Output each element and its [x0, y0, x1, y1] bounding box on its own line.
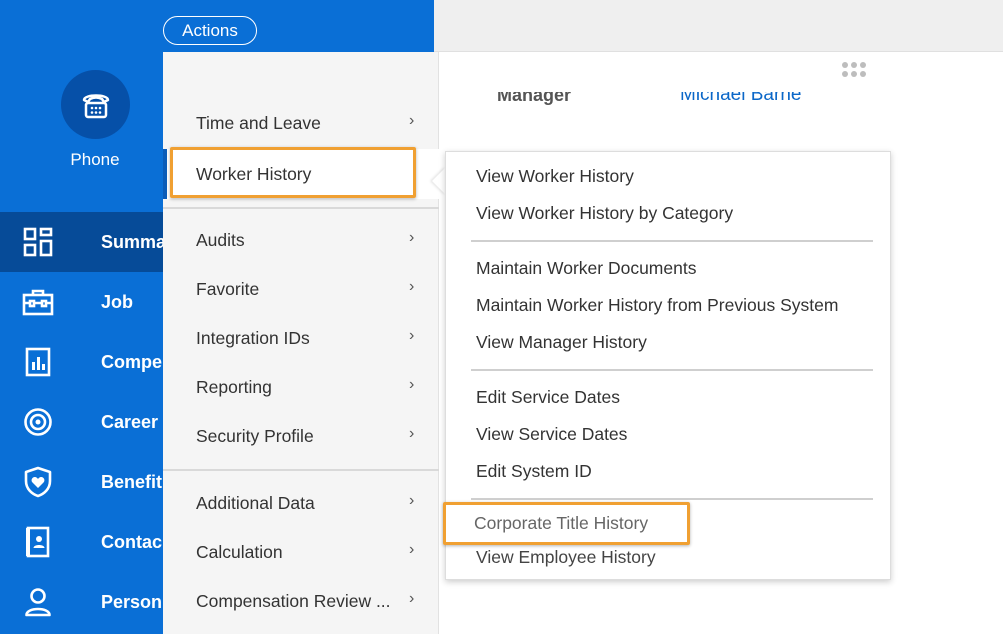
menu-item-label: Audits [196, 229, 245, 250]
target-icon [0, 407, 76, 437]
chevron-right-icon: › [409, 112, 415, 130]
menu-item-label: Additional Data [196, 492, 315, 513]
dashboard-icon [0, 227, 76, 257]
menu-item-label: Calculation [196, 541, 283, 562]
menu-item-label: Time and Leave [196, 112, 321, 133]
menu-item-calculation[interactable]: Calculation › [163, 530, 439, 574]
shield-heart-icon [0, 466, 76, 498]
submenu-item-maintain-worker-documents[interactable]: Maintain Worker Documents [476, 258, 696, 279]
highlight-corporate-title-history [443, 502, 690, 545]
actions-menu: Time and Leave › Worker History Audits ›… [163, 52, 439, 634]
phone-button[interactable] [61, 70, 130, 139]
menu-item-additional-data[interactable]: Additional Data › [163, 481, 439, 525]
phone-icon [82, 93, 109, 118]
submenu-item-edit-system-id[interactable]: Edit System ID [476, 461, 592, 482]
phone-label: Phone [70, 150, 120, 169]
submenu-item-view-worker-history-by-category[interactable]: View Worker History by Category [476, 203, 733, 224]
menu-divider [163, 207, 439, 209]
submenu-divider [471, 369, 873, 371]
sidebar-item-label: Summa [101, 231, 167, 252]
chevron-right-icon: › [409, 425, 415, 443]
grid-dots-icon[interactable] [842, 62, 866, 77]
chevron-right-icon: › [409, 492, 415, 510]
menu-item-time-and-leave[interactable]: Time and Leave › [163, 101, 439, 145]
actions-button[interactable]: Actions [163, 16, 257, 45]
briefcase-icon [0, 288, 76, 316]
chevron-right-icon: › [409, 327, 415, 345]
menu-item-security-profile[interactable]: Security Profile › [163, 414, 439, 458]
top-bar [434, 0, 1003, 52]
submenu-divider [471, 498, 873, 500]
contact-book-icon [0, 526, 76, 558]
sidebar-item-label: Benefit [101, 471, 163, 492]
highlight-worker-history [170, 147, 416, 198]
submenu-item-view-employee-history[interactable]: View Employee History [476, 547, 656, 568]
sidebar-item-label: Contac [101, 531, 163, 552]
chevron-right-icon: › [409, 376, 415, 394]
menu-item-label: Integration IDs [196, 327, 310, 348]
menu-item-label: Favorite [196, 278, 260, 299]
submenu-item-edit-service-dates[interactable]: Edit Service Dates [476, 387, 620, 408]
menu-item-label: Security Profile [196, 425, 314, 446]
sidebar-item-label: Person [101, 591, 163, 612]
menu-item-integration-ids[interactable]: Integration IDs › [163, 316, 439, 360]
chevron-right-icon: › [409, 229, 415, 247]
menu-item-favorite[interactable]: Favorite › [163, 267, 439, 311]
chevron-right-icon: › [409, 590, 415, 608]
manager-label: Manager [497, 92, 572, 105]
menu-divider [163, 469, 439, 471]
sidebar-item-label: Compe [101, 351, 163, 372]
submenu-item-view-worker-history[interactable]: View Worker History [476, 166, 634, 187]
submenu-divider [471, 240, 873, 242]
selected-indicator [163, 149, 167, 199]
menu-item-reporting[interactable]: Reporting › [163, 365, 439, 409]
menu-item-label: Reporting [196, 376, 272, 397]
sidebar-item-label: Job [101, 291, 134, 312]
person-icon [0, 587, 76, 617]
submenu-item-view-service-dates[interactable]: View Service Dates [476, 424, 627, 445]
manager-link[interactable]: Michael Barne [680, 92, 801, 110]
submenu-pointer [432, 167, 446, 195]
chevron-right-icon: › [409, 541, 415, 559]
chevron-right-icon: › [409, 278, 415, 296]
chart-icon [0, 347, 76, 377]
sidebar-item-label: Career [101, 411, 159, 432]
submenu-item-view-manager-history[interactable]: View Manager History [476, 332, 647, 353]
menu-item-audits[interactable]: Audits › [163, 218, 439, 262]
submenu-item-maintain-worker-history-previous-system[interactable]: Maintain Worker History from Previous Sy… [476, 295, 838, 316]
menu-item-label: Compensation Review ... [196, 590, 391, 611]
menu-item-compensation-review[interactable]: Compensation Review ... › [163, 579, 439, 623]
